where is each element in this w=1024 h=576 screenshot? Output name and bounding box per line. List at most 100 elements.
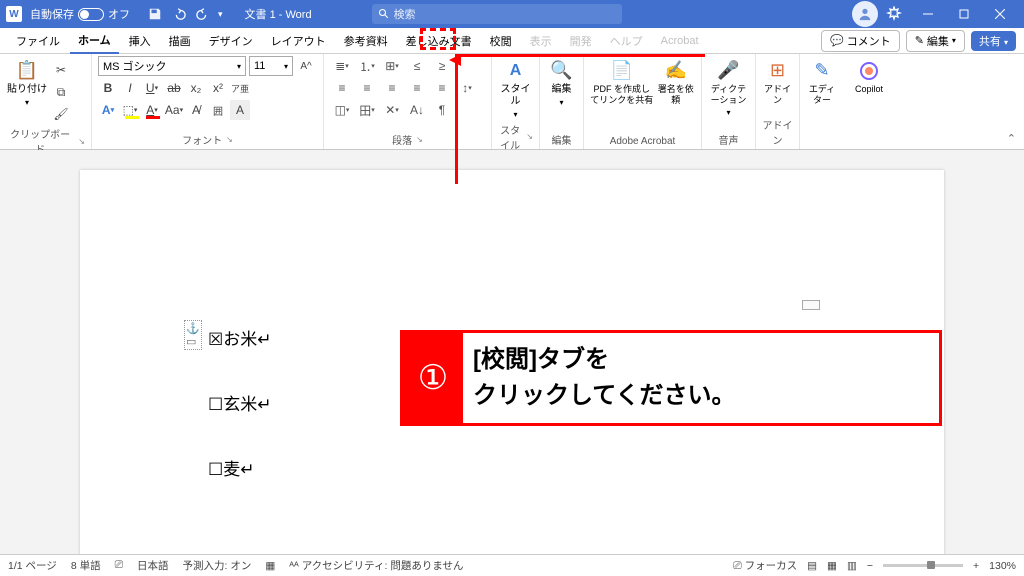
document-content[interactable]: ☒お米↵ ☐玄米↵ ☐麦↵ <box>208 325 271 520</box>
text-predictions-icon[interactable]: ⎚ <box>115 559 123 572</box>
macro-icon[interactable]: ▦ <box>265 560 275 572</box>
autosave-toggle[interactable]: 自動保存 オフ <box>30 6 130 22</box>
zoom-level[interactable]: 130% <box>989 560 1016 572</box>
multilevel-button[interactable]: ⊞▾ <box>380 56 404 76</box>
autosave-state: オフ <box>108 6 130 22</box>
language[interactable]: 日本語 <box>137 558 169 573</box>
coming-soon-button[interactable] <box>886 6 902 22</box>
tab-developer[interactable]: 開発 <box>562 29 600 53</box>
copilot-button[interactable]: Copilot <box>850 56 888 95</box>
account-button[interactable] <box>852 1 878 27</box>
ime-status[interactable]: 予測入力: オン <box>182 558 251 573</box>
page-count[interactable]: 1/1 ページ <box>8 558 57 573</box>
comments-button[interactable]: 💬コメント <box>821 30 900 52</box>
phonetic-guide-button[interactable]: ア亜 <box>230 78 250 98</box>
callout-number: ① <box>403 333 463 423</box>
search-box[interactable]: 検索 <box>372 4 622 24</box>
save-button[interactable] <box>146 5 164 23</box>
font-size-combo[interactable]: 11▾ <box>249 56 293 76</box>
collapse-ribbon-button[interactable]: ⌃ <box>1007 132 1016 145</box>
show-marks-button[interactable]: ¶ <box>430 100 454 120</box>
bold-button[interactable]: B <box>98 78 118 98</box>
share-button[interactable]: 共有 ▾ <box>971 31 1016 51</box>
cut-button[interactable]: ✂ <box>51 60 71 80</box>
close-button[interactable] <box>982 0 1018 28</box>
text-effects-button[interactable]: A▾ <box>98 100 118 120</box>
tab-insert[interactable]: 挿入 <box>121 29 159 53</box>
sort-button[interactable]: A↓ <box>405 100 429 120</box>
asian-layout-button[interactable]: ✕▾ <box>380 100 404 120</box>
align-right-button[interactable]: ≡ <box>380 78 404 98</box>
zoom-in-button[interactable]: + <box>973 560 979 572</box>
paragraph-launcher[interactable]: ↘ <box>416 135 423 144</box>
checkbox-line-1[interactable]: ☒お米↵ <box>208 325 271 350</box>
character-shading-button[interactable]: A <box>230 100 250 120</box>
align-center-button[interactable]: ≡ <box>355 78 379 98</box>
distributed-button[interactable]: ≡ <box>430 78 454 98</box>
addins-button[interactable]: ⊞ アドイン <box>762 56 793 106</box>
clear-formatting-button[interactable]: A̸ <box>186 100 206 120</box>
tab-help[interactable]: ヘルプ <box>602 29 651 53</box>
tab-layout[interactable]: レイアウト <box>263 29 334 53</box>
focus-mode-button[interactable]: ⎚ フォーカス <box>733 558 797 573</box>
editing-mode-button[interactable]: ✎編集▾ <box>906 30 965 52</box>
copy-button[interactable]: ⧉ <box>51 82 71 102</box>
checkbox-line-2[interactable]: ☐玄米↵ <box>208 390 271 415</box>
instruction-callout: ① [校閲]タブをクリックしてください。 <box>400 330 942 426</box>
minimize-button[interactable] <box>910 0 946 28</box>
view-read-button[interactable]: ▤ <box>807 560 817 572</box>
font-launcher[interactable]: ↘ <box>226 135 233 144</box>
format-painter-button[interactable]: 🖌 <box>51 104 71 124</box>
decrease-indent-button[interactable]: ≤ <box>405 56 429 76</box>
editor-button[interactable]: ✎ エディター <box>806 56 838 106</box>
numbering-button[interactable]: ⒈▾ <box>355 56 379 76</box>
tab-draw[interactable]: 描画 <box>161 29 199 53</box>
borders-button[interactable]: 田▾ <box>355 100 379 120</box>
word-count[interactable]: 8 単語 <box>71 558 101 573</box>
justify-button[interactable]: ≡ <box>405 78 429 98</box>
tab-view[interactable]: 表示 <box>522 29 560 53</box>
change-case-button[interactable]: Aa▾ <box>164 100 184 120</box>
underline-button[interactable]: U▾ <box>142 78 162 98</box>
subscript-button[interactable]: x₂ <box>186 78 206 98</box>
qat-dropdown[interactable]: ▾ <box>218 9 223 20</box>
zoom-slider[interactable] <box>883 564 963 567</box>
ribbon-tabs: ファイル ホーム 挿入 描画 デザイン レイアウト 参考資料 差し込み文書 校閲… <box>0 28 1024 54</box>
tab-review[interactable]: 校閲 <box>482 29 520 53</box>
checkbox-line-3[interactable]: ☐麦↵ <box>208 455 271 480</box>
bullets-button[interactable]: ≣▾ <box>330 56 354 76</box>
group-addin: ⊞ アドイン アドイン <box>756 54 800 149</box>
strikethrough-button[interactable]: ab <box>164 78 184 98</box>
dictate-button[interactable]: 🎤 ディクテーション▾ <box>708 56 749 117</box>
view-web-button[interactable]: ▥ <box>847 560 857 572</box>
object-anchor-icon: ⚓▭ <box>184 320 202 350</box>
tab-design[interactable]: デザイン <box>201 29 261 53</box>
italic-button[interactable]: I <box>120 78 140 98</box>
align-left-button[interactable]: ≡ <box>330 78 354 98</box>
ruler-indent-marker[interactable] <box>802 300 820 310</box>
grow-font-button[interactable]: A^ <box>296 56 316 76</box>
document-area[interactable]: ⚓▭ ☒お米↵ ☐玄米↵ ☐麦↵ ① [校閲]タブをクリックしてください。 <box>0 150 1024 554</box>
zoom-out-button[interactable]: − <box>867 560 873 572</box>
tab-home[interactable]: ホーム <box>70 28 119 54</box>
group-copilot: Copilot <box>844 54 894 149</box>
superscript-button[interactable]: x² <box>208 78 228 98</box>
font-color-button[interactable]: A▾ <box>142 100 162 120</box>
tab-references[interactable]: 参考資料 <box>336 29 396 53</box>
view-print-button[interactable]: ▦ <box>827 560 837 572</box>
shading-button[interactable]: ◫▾ <box>330 100 354 120</box>
font-name-combo[interactable]: MS ゴシック▾ <box>98 56 246 76</box>
addin-icon: ⊞ <box>767 60 789 82</box>
accessibility-status[interactable]: ᴬᴬ アクセシビリティ: 問題ありません <box>289 558 463 573</box>
addin-label: アドイン <box>762 117 793 147</box>
maximize-button[interactable] <box>946 0 982 28</box>
redo-button[interactable] <box>194 5 212 23</box>
undo-button[interactable] <box>170 5 188 23</box>
tab-file[interactable]: ファイル <box>8 29 68 53</box>
highlight-button[interactable]: ⬚▾ <box>120 100 140 120</box>
clipboard-launcher[interactable]: ↘ <box>78 137 85 146</box>
tab-acrobat[interactable]: Acrobat <box>653 31 707 51</box>
paste-button[interactable]: 📋 貼り付け ▾ <box>6 56 48 108</box>
tab-mailings[interactable]: 差し込み文書 <box>398 29 480 53</box>
character-border-button[interactable]: 囲 <box>208 100 228 120</box>
